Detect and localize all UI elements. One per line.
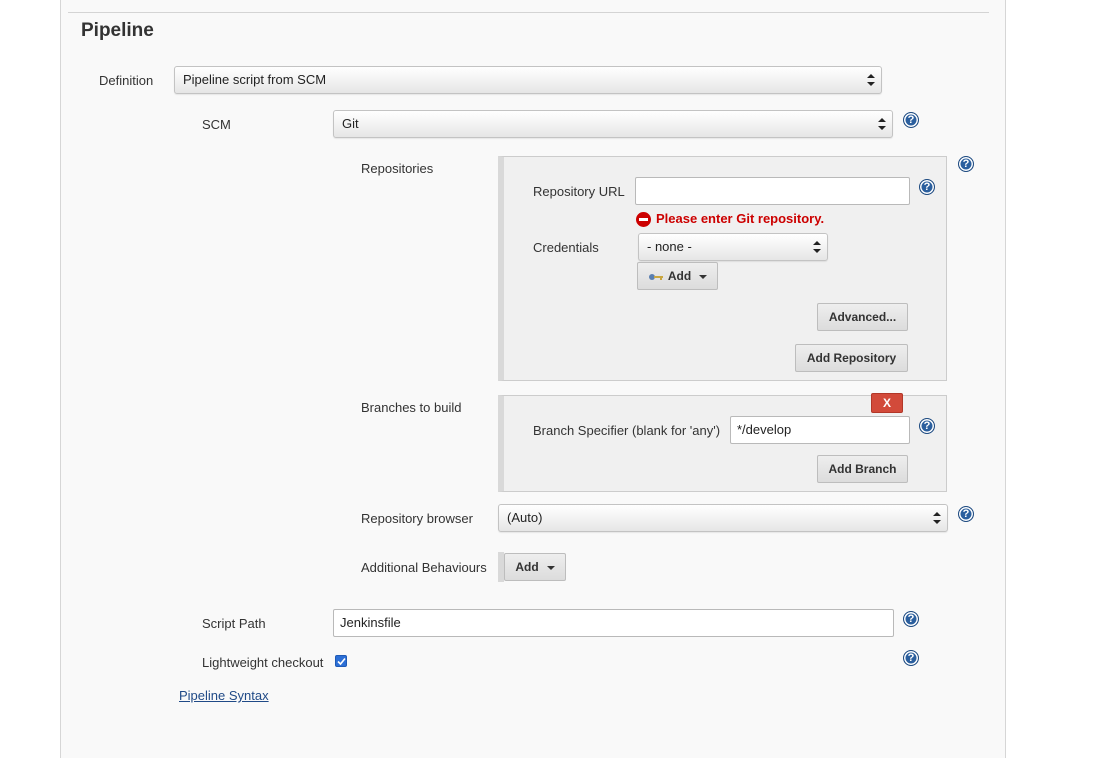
branch-specifier-help-icon[interactable]: ? xyxy=(919,418,935,434)
error-icon xyxy=(636,212,651,227)
script-path-label: Script Path xyxy=(202,616,266,631)
caret-down-icon xyxy=(699,274,708,279)
script-path-help-icon[interactable]: ? xyxy=(903,611,919,627)
credentials-label: Credentials xyxy=(533,240,599,255)
branch-specifier-label: Branch Specifier (blank for 'any') xyxy=(533,423,721,438)
add-branch-button[interactable]: Add Branch xyxy=(817,455,908,483)
definition-label: Definition xyxy=(99,73,154,88)
repo-browser-label: Repository browser xyxy=(361,511,473,526)
repositories-help-icon[interactable]: ? xyxy=(958,156,974,172)
select-arrows-icon xyxy=(813,234,821,260)
caret-down-icon xyxy=(546,565,555,570)
scm-label: SCM xyxy=(202,117,231,132)
behaviours-label: Additional Behaviours xyxy=(361,560,487,575)
scm-help-icon[interactable]: ? xyxy=(903,112,919,128)
lightweight-help-icon[interactable]: ? xyxy=(903,650,919,666)
definition-select-value: Pipeline script from SCM xyxy=(183,72,327,87)
repositories-label: Repositories xyxy=(361,161,434,176)
behaviours-add-label: Add xyxy=(515,560,539,574)
add-repository-button[interactable]: Add Repository xyxy=(795,344,908,372)
repository-url-input[interactable] xyxy=(635,177,910,205)
scm-select[interactable]: Git xyxy=(333,110,893,138)
branch-specifier-input[interactable]: */develop xyxy=(730,416,910,444)
repository-url-label: Repository URL xyxy=(533,184,625,199)
credentials-select[interactable]: - none - xyxy=(638,233,828,261)
credentials-add-button[interactable]: Add xyxy=(637,262,718,290)
repo-browser-select-value: (Auto) xyxy=(507,510,543,525)
check-icon xyxy=(337,657,346,666)
section-title: Pipeline xyxy=(81,20,154,41)
definition-select[interactable]: Pipeline script from SCM xyxy=(174,66,882,94)
credentials-select-value: - none - xyxy=(647,239,692,254)
repository-url-help-icon[interactable]: ? xyxy=(919,179,935,195)
scm-select-value: Git xyxy=(342,116,359,131)
repo-browser-help-icon[interactable]: ? xyxy=(958,506,974,522)
behaviours-add-button[interactable]: Add xyxy=(504,553,566,581)
lightweight-label: Lightweight checkout xyxy=(202,655,324,670)
pipeline-syntax-link[interactable]: Pipeline Syntax xyxy=(179,688,269,703)
section-divider xyxy=(68,12,989,13)
script-path-input[interactable]: Jenkinsfile xyxy=(333,609,894,637)
lightweight-checkbox[interactable] xyxy=(335,655,347,667)
select-arrows-icon xyxy=(878,111,886,137)
select-arrows-icon xyxy=(867,67,875,93)
advanced-button[interactable]: Advanced... xyxy=(817,303,908,331)
branches-label: Branches to build xyxy=(361,400,462,415)
delete-branch-button[interactable]: X xyxy=(871,393,903,413)
key-icon xyxy=(648,273,663,280)
repository-url-error: Please enter Git repository. xyxy=(656,211,825,226)
credentials-add-label: Add xyxy=(667,269,692,283)
repo-browser-select[interactable]: (Auto) xyxy=(498,504,948,532)
select-arrows-icon xyxy=(933,505,941,531)
